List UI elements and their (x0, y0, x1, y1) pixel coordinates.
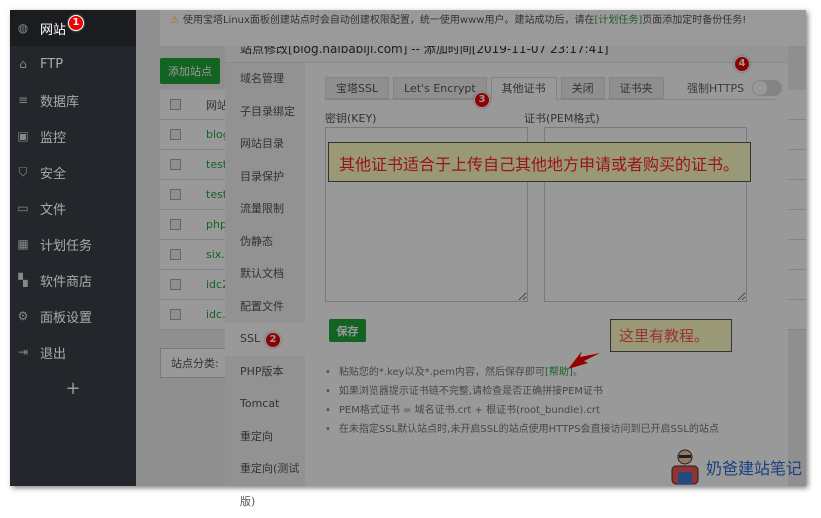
sidebar-item-label: 软件商店 (40, 274, 93, 290)
monitor-icon: ▣ (17, 129, 29, 143)
modal-overlay (136, 10, 806, 486)
sidebar-item[interactable]: ▣ 监控 (10, 118, 136, 154)
logout-icon: ⇥ (17, 345, 29, 359)
sidebar-item-label: 网站 (40, 22, 67, 38)
sidebar: ◍ 网站 ⌂ FTP ≡ 数据库 ▣ 监控 ⛉ 安全 ▭ 文件 ▦ 计划任务 ▚ 软件商店 ⚙ 面板设置 ⇥ 退出 + (10, 10, 136, 486)
sidebar-item-label: 文件 (40, 202, 67, 218)
globe-icon: ◍ (17, 21, 29, 35)
cron-link[interactable]: [计划任务] (594, 15, 642, 26)
ftp-icon: ⌂ (19, 57, 27, 71)
folder-icon: ▭ (17, 201, 29, 215)
sidebar-item-label: 安全 (40, 166, 67, 182)
sidebar-item[interactable]: ⇥ 退出 (10, 334, 136, 370)
sidebar-item-label: 面板设置 (40, 310, 93, 326)
sidebar-item[interactable]: ⛉ 安全 (10, 154, 136, 190)
database-icon: ≡ (17, 93, 29, 107)
warning-text-tail: 页面添加定时备份任务! (642, 15, 747, 26)
sidebar-item[interactable]: ⌂ FTP (10, 46, 136, 82)
add-menu-button[interactable]: + (10, 370, 136, 399)
step-badge: 1 (68, 15, 84, 31)
sidebar-item[interactable]: ⚙ 面板设置 (10, 298, 136, 334)
warning-text: 使用宝塔Linux面板创建站点时会自动创建权限配置，统一使用www用户。建站成功… (182, 15, 595, 26)
calendar-icon: ▦ (17, 237, 29, 251)
sidebar-item[interactable]: ≡ 数据库 (10, 82, 136, 118)
sidebar-item-label: 计划任务 (40, 238, 93, 254)
app-window: ◍ 网站 ⌂ FTP ≡ 数据库 ▣ 监控 ⛉ 安全 ▭ 文件 ▦ 计划任务 ▚ 软件商店 ⚙ 面板设置 ⇥ 退出 +… (10, 10, 806, 486)
sidebar-item[interactable]: ▦ 计划任务 (10, 226, 136, 262)
sidebar-item-label: 监控 (40, 130, 67, 146)
apps-icon: ▚ (18, 273, 28, 287)
sidebar-item[interactable]: ▚ 软件商店 (10, 262, 136, 298)
sidebar-item-label: FTP (40, 56, 64, 72)
warning-banner: ⚠ 使用宝塔Linux面板创建站点时会自动创建权限配置，统一使用www用户。建站成… (160, 10, 806, 46)
gear-icon: ⚙ (17, 309, 29, 323)
shield-icon: ⛉ (18, 164, 28, 179)
sidebar-item-label: 数据库 (40, 94, 80, 110)
sidebar-item-label: 退出 (40, 346, 67, 362)
sidebar-item[interactable]: ▭ 文件 (10, 190, 136, 226)
warning-icon: ⚠ (170, 15, 179, 26)
